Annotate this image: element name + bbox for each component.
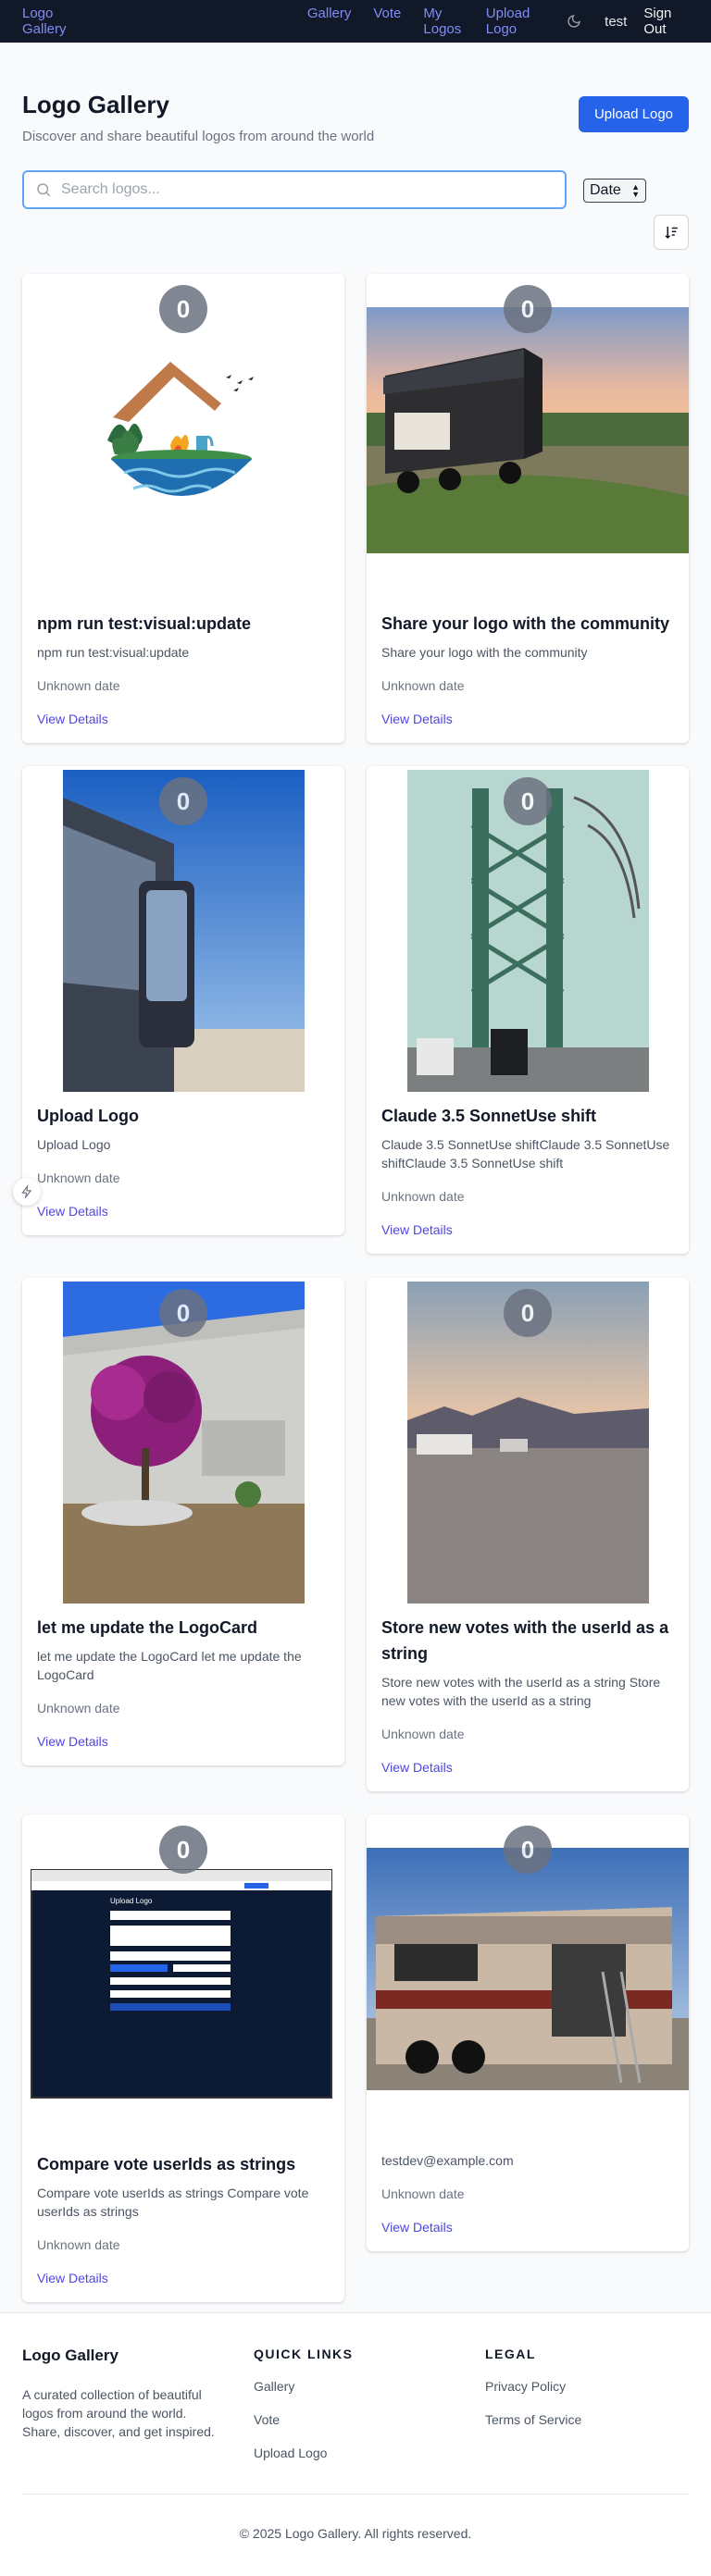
logo-image[interactable]: 0 (367, 274, 689, 611)
sort-direction-button[interactable] (654, 215, 689, 250)
search-field[interactable] (22, 170, 567, 209)
nav-link-my-logos[interactable]: My Logos (423, 6, 463, 37)
logo-card-title: Store new votes with the userId as a str… (381, 1618, 669, 1663)
logo-card-description: Share your logo with the community (381, 645, 588, 660)
logo-card-description: Store new votes with the userId as a str… (381, 1675, 661, 1708)
footer-about: Logo Gallery A curated collection of bea… (22, 2347, 226, 2441)
view-details-link[interactable]: View Details (381, 1758, 674, 1777)
logo-image[interactable]: 0 (367, 1278, 689, 1615)
site-footer: Logo Gallery A curated collection of bea… (0, 2312, 711, 2576)
logo-card[interactable]: 0 Upload Logo Compare vote userIds as st… (22, 1814, 344, 2302)
logo-card-description: testdev@example.com (381, 2153, 514, 2168)
logo-card-date: Unknown date (381, 1727, 465, 1741)
upload-logo-button[interactable]: Upload Logo (579, 96, 689, 132)
logo-card-description: Compare vote userIds as strings Compare … (37, 2186, 309, 2219)
select-arrows-icon: ▲ ▼ (631, 182, 640, 199)
logo-card-description: Claude 3.5 SonnetUse shiftClaude 3.5 Son… (381, 1137, 670, 1170)
view-details-link[interactable]: View Details (37, 1732, 330, 1751)
logo-card-description: Upload Logo (37, 1137, 111, 1152)
logo-image[interactable]: 0 (22, 1278, 344, 1615)
sign-out-button[interactable]: Sign Out (643, 6, 689, 37)
footer-legal: LEGAL Privacy Policy Terms of Service (485, 2347, 581, 2428)
logo-card[interactable]: 0 testdev@example.com Unknown date View … (367, 1814, 689, 2251)
footer-copyright: © 2025 Logo Gallery. All rights reserved… (239, 2526, 472, 2541)
theme-toggle-button[interactable] (567, 12, 582, 31)
footer-link-privacy-policy[interactable]: Privacy Policy (485, 2378, 581, 2395)
page-header: Logo Gallery Discover and share beautifu… (0, 43, 711, 250)
logo-card-title: let me update the LogoCard (37, 1618, 258, 1637)
logo-card-title: Claude 3.5 SonnetUse shift (381, 1107, 597, 1125)
nav-link-vote[interactable]: Vote (373, 6, 401, 37)
vote-count-badge: 0 (504, 1289, 552, 1337)
footer-legal-heading: LEGAL (485, 2347, 536, 2361)
footer-link-terms-of-service[interactable]: Terms of Service (485, 2411, 581, 2428)
logo-card[interactable]: 0 let me update the LogoCard let me upda… (22, 1278, 344, 1765)
logo-card-title: Upload Logo (37, 1107, 139, 1125)
footer-quick-links: QUICK LINKS Gallery Vote Upload Logo (254, 2347, 354, 2461)
logo-image[interactable]: 0 (22, 274, 344, 611)
logo-grid: 0 npm run test:visual:update npm run tes… (0, 274, 711, 2312)
sparkle-icon (21, 1185, 32, 1198)
footer-blurb: A curated collection of beautiful logos … (22, 2387, 215, 2439)
view-details-link[interactable]: View Details (381, 1220, 674, 1239)
view-details-link[interactable]: View Details (37, 1202, 330, 1220)
side-panel-handle[interactable] (13, 1178, 41, 1206)
search-input[interactable] (61, 181, 524, 198)
nav-links: Gallery Vote My Logos Upload Logo (307, 6, 539, 37)
vote-count-badge: 0 (504, 1826, 552, 1874)
logo-card-title: npm run test:visual:update (37, 614, 252, 633)
logo-card-date: Unknown date (37, 1170, 120, 1185)
sort-select-value: Date (590, 182, 621, 198)
nav-brand-link[interactable]: Logo Gallery (22, 6, 88, 37)
nav-link-upload-logo[interactable]: Upload Logo (486, 6, 539, 37)
search-icon (37, 183, 51, 197)
vote-count-badge: 0 (159, 285, 207, 333)
logo-card-title: Compare vote userIds as strings (37, 2155, 296, 2174)
sort-select[interactable]: Date ▲ ▼ (583, 179, 646, 203)
logo-card-title: Share your logo with the community (381, 614, 670, 633)
footer-divider (22, 2494, 689, 2495)
view-details-link[interactable]: View Details (37, 710, 330, 728)
logo-card-date: Unknown date (37, 2237, 120, 2252)
view-details-link[interactable]: View Details (37, 2269, 330, 2287)
footer-link-vote[interactable]: Vote (254, 2411, 354, 2428)
vote-count-badge: 0 (159, 777, 207, 825)
footer-link-gallery[interactable]: Gallery (254, 2378, 354, 2395)
footer-quick-links-heading: QUICK LINKS (254, 2347, 354, 2361)
logo-card-date: Unknown date (37, 678, 120, 693)
logo-card[interactable]: 0 Share your logo with the community Sha… (367, 274, 689, 743)
logo-card[interactable]: 0 Claude 3.5 SonnetUse shift Claude 3.5 … (367, 766, 689, 1254)
logo-image[interactable]: 0 (367, 1814, 689, 2151)
vote-count-badge: 0 (504, 777, 552, 825)
logo-image[interactable]: 0 Upload Logo (22, 1814, 344, 2151)
nav-link-gallery[interactable]: Gallery (307, 6, 352, 37)
logo-image[interactable]: 0 (367, 766, 689, 1103)
view-details-link[interactable]: View Details (381, 2218, 674, 2236)
sort-direction-icon (665, 227, 678, 240)
vote-count-badge: 0 (159, 1826, 207, 1874)
logo-card-date: Unknown date (381, 2186, 465, 2201)
logo-card[interactable]: 0 Store new votes with the userId as a s… (367, 1278, 689, 1791)
vote-count-badge: 0 (159, 1289, 207, 1337)
screenshot-form-title: Upload Logo (110, 1897, 153, 1905)
logo-card[interactable]: 0 npm run test:visual:update npm run tes… (22, 274, 344, 743)
vote-count-badge: 0 (504, 285, 552, 333)
logo-image[interactable]: 0 (22, 766, 344, 1103)
view-details-link[interactable]: View Details (381, 710, 674, 728)
logo-card-date: Unknown date (37, 1701, 120, 1715)
moon-icon (568, 15, 580, 28)
top-nav: Logo Gallery Gallery Vote My Logos Uploa… (0, 0, 711, 43)
logo-card[interactable]: 0 Upload Logo Upload Logo Unknown date V… (22, 766, 344, 1235)
footer-brand: Logo Gallery (22, 2347, 118, 2364)
logo-card-date: Unknown date (381, 678, 465, 693)
logo-card-date: Unknown date (381, 1189, 465, 1204)
logo-card-description: let me update the LogoCard let me update… (37, 1649, 302, 1682)
logo-card-description: npm run test:visual:update (37, 645, 190, 660)
nav-username: test (605, 13, 628, 30)
footer-link-upload-logo[interactable]: Upload Logo (254, 2445, 354, 2461)
